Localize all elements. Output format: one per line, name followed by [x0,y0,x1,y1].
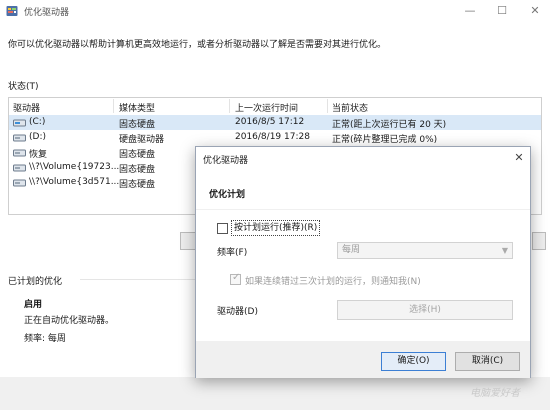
notify-missed-label: 如果连续错过三次计划的运行，则通知我(N) [245,277,421,287]
drive-name: \\?\Volume{19723... [29,162,120,172]
watermark: 电脑爱好者 [470,388,520,399]
window-title: 优化驱动器 [24,8,70,18]
choose-drives-button[interactable]: 选择(H) [337,300,513,320]
run-on-schedule-label[interactable]: 按计划运行(推荐)(R) [231,220,321,236]
drive-name: \\?\Volume{3d571... [29,177,120,187]
bottom-bar [0,377,550,410]
drive-name: 恢复 [29,150,48,160]
drive-name: (C:) [29,117,46,127]
ok-button[interactable]: 确定(O) [381,352,446,371]
dialog-title: 优化驱动器 [203,156,249,166]
cancel-button[interactable]: 取消(C) [455,352,520,371]
maximize-icon[interactable]: ☐ [494,3,510,19]
column-divider[interactable] [229,99,230,113]
defrag-app-icon [6,6,18,16]
section-divider [80,279,200,280]
current-status: 正常(碎片整理已完成 0%) [332,135,438,145]
intro-text: 你可以优化驱动器以帮助计算机更高效地运行，或者分析驱动器以了解是否需要对其进行优… [8,40,387,50]
column-header-status[interactable]: 当前状态 [332,101,368,114]
close-icon[interactable]: ✕ [527,3,543,19]
media-type: 固态硬盘 [119,180,156,190]
last-run: 2016/8/19 17:28 [235,132,310,142]
media-type: 固态硬盘 [119,150,156,160]
minimize-icon[interactable]: — [462,3,478,19]
last-run: 2016/8/5 17:12 [235,117,305,127]
frequency-label: 频率(F) [217,248,248,258]
drives-label: 驱动器(D) [217,307,258,317]
section-heading: 优化计划 [209,190,246,200]
column-divider[interactable] [327,99,328,113]
media-type: 硬盘驱动器 [119,135,165,145]
scheduled-optimization-label: 已计划的优化 [8,277,63,287]
table-row[interactable]: (D:) 硬盘驱动器 2016/8/19 17:28 正常(碎片整理已完成 0%… [9,130,541,145]
optimization-schedule-dialog: 优化驱动器 ✕ 优化计划 按计划运行(推荐)(R) 频率(F) 每周 ▼ 如果连… [195,146,531,378]
run-on-schedule-checkbox[interactable] [217,223,228,234]
column-header-drive[interactable]: 驱动器 [13,101,40,114]
column-divider[interactable] [113,99,114,113]
close-icon[interactable]: ✕ [512,151,526,165]
notify-missed-checkbox[interactable] [230,272,241,285]
frequency-value: 每周 [342,245,361,255]
frequency-select[interactable]: 每周 ▼ [337,242,513,259]
status-label: 状态(T) [8,82,39,92]
hard-drive-icon [13,179,26,187]
optimize-button-edge[interactable] [532,232,546,250]
list-header: 驱动器 媒体类型 上一次运行时间 当前状态 [9,98,541,115]
schedule-detail: 正在自动优化驱动器。 [24,316,115,326]
table-row[interactable]: (C:) 固态硬盘 2016/8/5 17:12 正常(距上次运行已有 20 天… [9,115,541,130]
column-header-last-run[interactable]: 上一次运行时间 [235,101,298,114]
chevron-down-icon: ▼ [501,246,508,255]
title-bar: 优化驱动器 — ☐ ✕ [0,0,550,22]
hard-drive-icon [13,134,26,142]
dialog-footer: 确定(O) 取消(C) [196,341,530,378]
hard-drive-icon [13,119,26,127]
schedule-frequency: 频率: 每周 [24,334,66,344]
drive-name: (D:) [29,132,46,142]
current-status: 正常(距上次运行已有 20 天) [332,120,447,130]
hard-drive-icon [13,164,26,172]
schedule-status: 启用 [24,300,43,310]
section-divider [196,209,530,210]
column-header-media-type[interactable]: 媒体类型 [119,101,155,114]
media-type: 固态硬盘 [119,120,156,130]
media-type: 固态硬盘 [119,165,156,175]
hard-drive-icon [13,149,26,157]
